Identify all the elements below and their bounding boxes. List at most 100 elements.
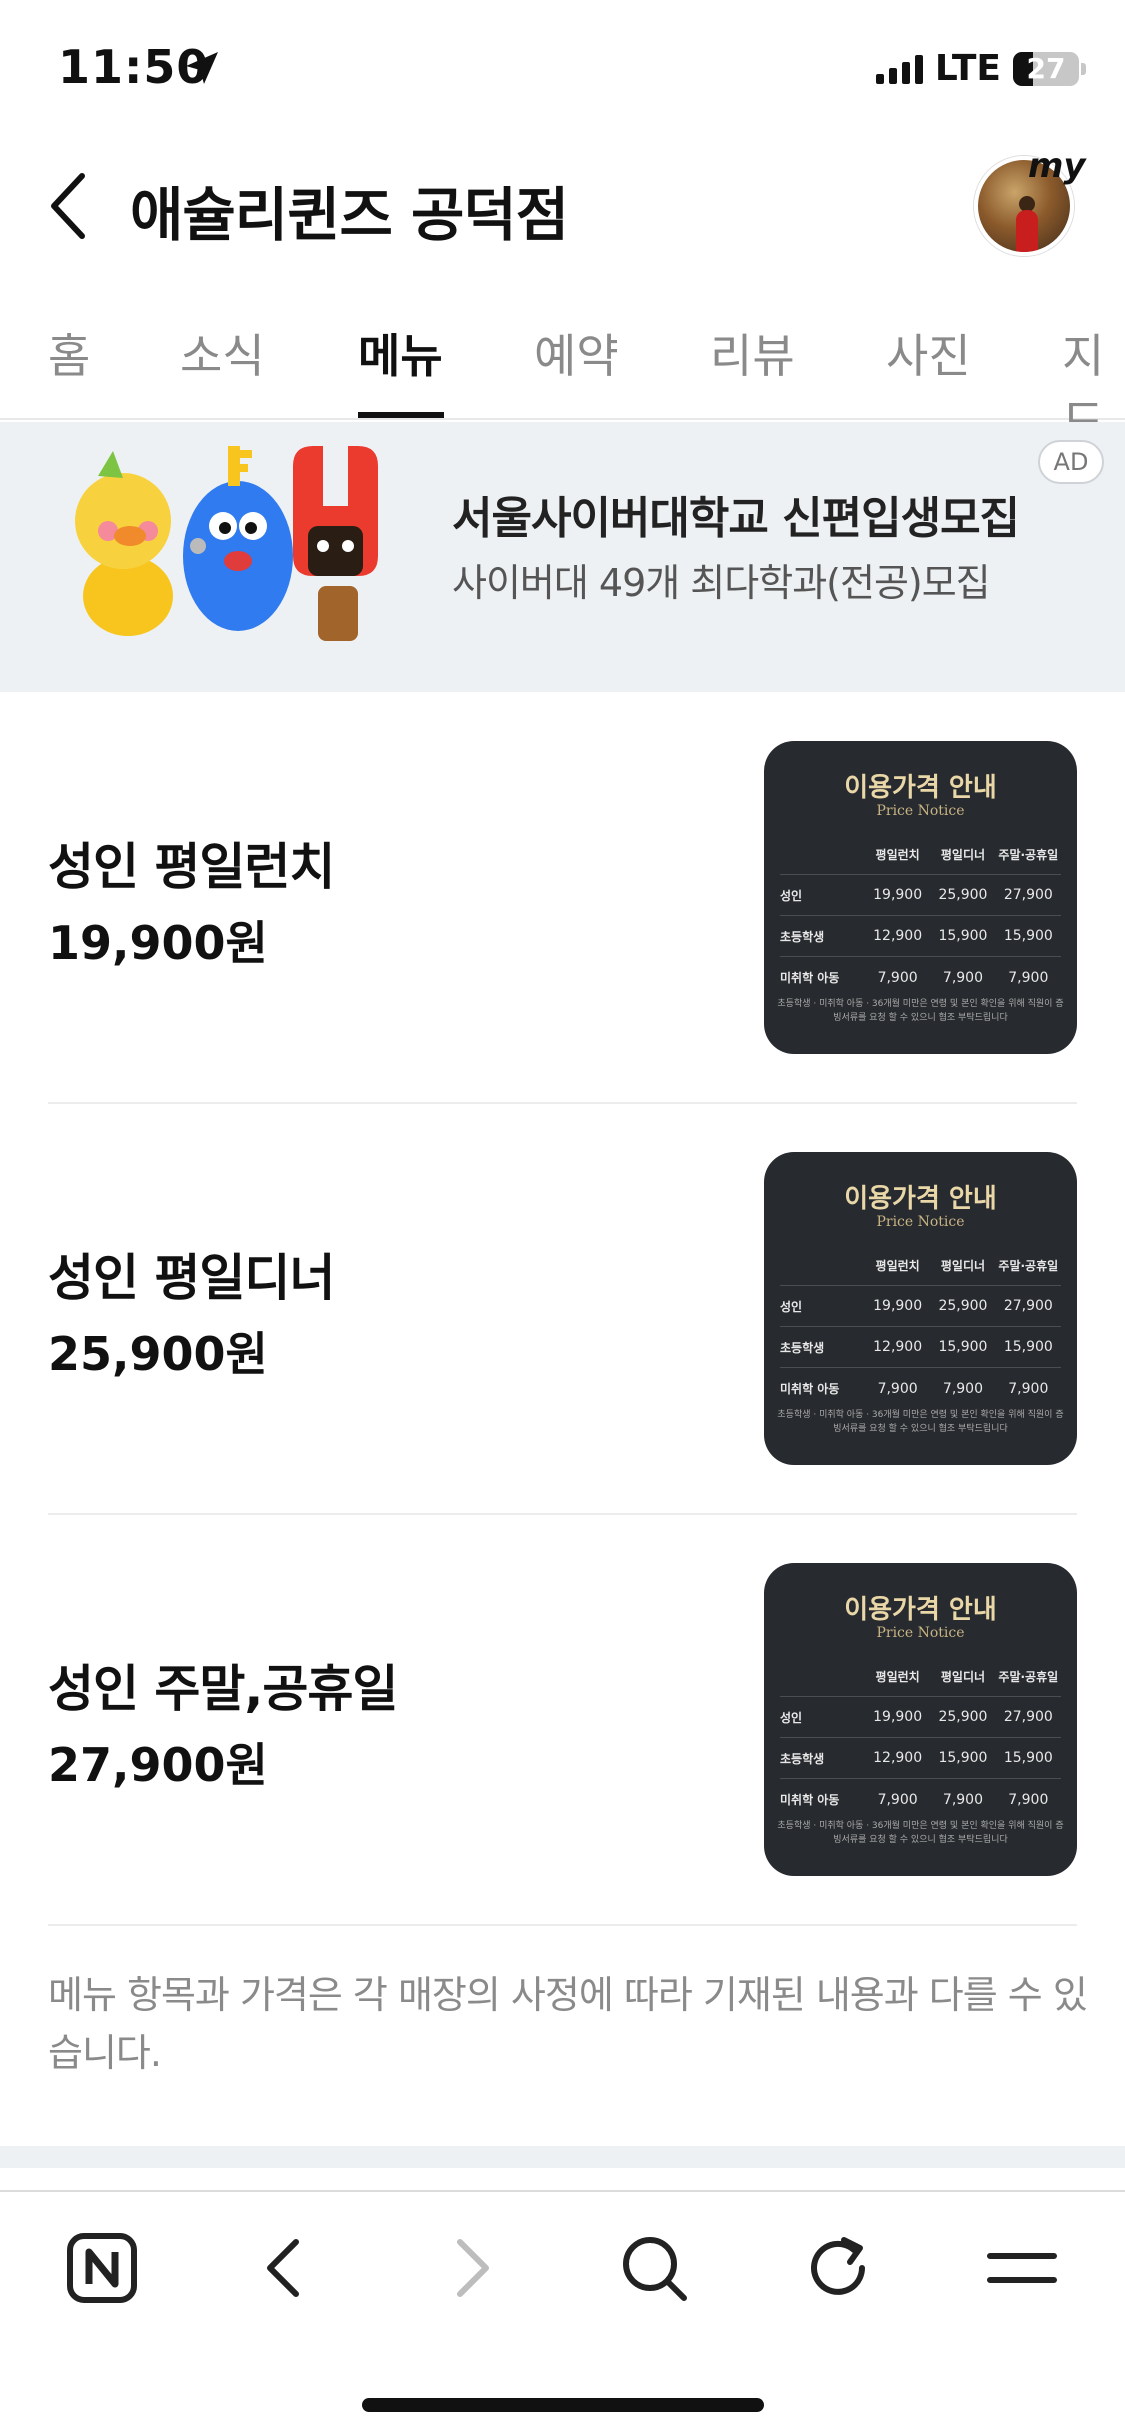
price-table-cell: 7,900 — [877, 969, 918, 986]
price-table-cell: 성인 — [780, 1710, 803, 1725]
price-table-cell: 25,900 — [938, 887, 988, 903]
tab-home[interactable]: 홈 — [48, 320, 90, 386]
price-table-cell: 미취학 아동 — [780, 1382, 840, 1396]
price-table-cell: 초등학생 — [780, 1340, 825, 1355]
menu-item[interactable]: 성인 주말,공휴일 27,900원 이용가격 안내 Price Notice 평일런치 평… — [48, 1514, 1077, 1924]
battery-level: 27 — [1026, 51, 1066, 85]
price-table-cell: 19,900 — [873, 1298, 923, 1314]
tab-photo[interactable]: 사진 — [886, 320, 971, 386]
price-table-row: 초등학생 12,900 15,900 15,900 — [780, 916, 1061, 957]
price-table-row: 성인 19,900 25,900 27,900 — [780, 875, 1061, 916]
price-table-header: 주말·공휴일 — [998, 1259, 1059, 1273]
price-table-row: 초등학생 12,900 15,900 15,900 — [780, 1327, 1061, 1368]
menu-item[interactable]: 성인 평일디너 25,900원 이용가격 안내 Price Notice 평일런치 평일디… — [48, 1103, 1077, 1513]
price-table-cell: 12,900 — [873, 928, 923, 944]
tab-bar: 홈 소식 메뉴 예약 리뷰 사진 지도 — [0, 300, 1125, 449]
tab-menu[interactable]: 메뉴 — [358, 320, 443, 386]
refresh-icon[interactable] — [798, 2228, 878, 2308]
price-table-row: 미취학 아동 7,900 7,900 7,900 — [780, 1779, 1061, 1820]
search-icon[interactable] — [614, 2228, 694, 2308]
price-table-header: 평일디너 — [940, 848, 986, 862]
price-table-cell: 7,900 — [942, 1380, 984, 1397]
tab-news[interactable]: 소식 — [180, 320, 265, 386]
price-table-cell: 7,900 — [1008, 1380, 1049, 1397]
price-table-header: 평일런치 — [875, 1670, 920, 1684]
menu-item-name: 성인 주말,공휴일 — [48, 1660, 398, 1718]
price-table-header: 평일디너 — [940, 1259, 986, 1273]
menu-divider — [48, 1924, 1077, 1926]
back-arrow-icon[interactable] — [246, 2228, 326, 2308]
ad-badge[interactable]: AD — [1038, 440, 1104, 484]
back-icon[interactable] — [42, 168, 98, 244]
price-table-cell: 15,900 — [938, 1750, 988, 1766]
section-gap — [0, 664, 1125, 692]
section-gap — [0, 2146, 1125, 2168]
battery-icon: 27 — [1013, 51, 1086, 86]
price-table-cell: 7,900 — [877, 1791, 918, 1808]
price-table-cell: 27,900 — [1003, 1709, 1053, 1725]
menu-icon[interactable] — [982, 2228, 1062, 2308]
price-table-cell: 미취학 아동 — [780, 971, 840, 985]
network-type: LTE — [934, 48, 1001, 89]
price-table-cell: 15,900 — [1003, 928, 1053, 944]
price-table-cell: 초등학생 — [780, 1751, 825, 1766]
menu-item-name: 성인 평일디너 — [48, 1249, 335, 1307]
thumbnail-footnote: 초등학생 · 미취학 아동 · 36개월 미만은 연령 및 본인 확인을 위해 … — [777, 999, 1064, 1023]
browser-toolbar — [0, 2192, 1125, 2342]
price-table-cell: 12,900 — [873, 1750, 923, 1766]
ad-banner[interactable]: 서울사이버대학교 신편입생모집 사이버대 49개 최다학과(전공)모집 — [0, 422, 1125, 664]
location-arrow-icon — [186, 52, 218, 84]
tab-review[interactable]: 리뷰 — [710, 320, 795, 386]
price-table-cell: 15,900 — [938, 928, 988, 944]
price-table-cell: 19,900 — [873, 1709, 923, 1725]
thumbnail-title: 이용가격 안내 — [844, 1184, 997, 1214]
tab-reservation[interactable]: 예약 — [534, 320, 619, 386]
price-table-cell: 성인 — [780, 888, 803, 903]
menu-item-thumbnail[interactable]: 이용가격 안내 Price Notice 평일런치 평일디너 주말·공휴일 성인 19,90… — [764, 1563, 1077, 1876]
price-table-cell: 미취학 아동 — [780, 1793, 840, 1807]
price-table-cell: 12,900 — [873, 1339, 923, 1355]
price-table-row: 미취학 아동 7,900 7,900 7,900 — [780, 957, 1061, 998]
menu-item[interactable]: 성인 평일런치 19,900원 이용가격 안내 Price Notice 평일런치 평일디… — [48, 692, 1077, 1102]
status-bar: 11:50 LTE 27 — [0, 0, 1125, 140]
price-table-header: 평일런치 — [875, 848, 920, 862]
price-table-row: 미취학 아동 7,900 7,900 7,900 — [780, 1368, 1061, 1409]
price-table-header: 평일런치 — [875, 1259, 920, 1273]
price-table-cell: 25,900 — [938, 1709, 988, 1725]
price-table-row: 성인 19,900 25,900 27,900 — [780, 1697, 1061, 1738]
price-table-cell: 성인 — [780, 1299, 803, 1314]
active-tab-indicator — [358, 412, 444, 418]
ad-title: 서울사이버대학교 신편입생모집 — [452, 493, 1020, 544]
price-table-row: 초등학생 12,900 15,900 15,900 — [780, 1738, 1061, 1779]
price-table-cell: 27,900 — [1003, 887, 1053, 903]
naver-n-icon[interactable] — [62, 2228, 142, 2308]
thumbnail-title: 이용가격 안내 — [844, 773, 997, 803]
thumbnail-subtitle: Price Notice — [876, 1625, 965, 1641]
menu-item-thumbnail[interactable]: 이용가격 안내 Price Notice 평일런치 평일디너 주말·공휴일 성인 19,90… — [764, 741, 1077, 1054]
ad-subtitle: 사이버대 49개 최다학과(전공)모집 — [452, 561, 991, 605]
thumbnail-footnote: 초등학생 · 미취학 아동 · 36개월 미만은 연령 및 본인 확인을 위해 … — [777, 1410, 1064, 1434]
price-table-cell: 7,900 — [1008, 1791, 1049, 1808]
menu-item-price: 25,900원 — [48, 1327, 268, 1381]
price-table: 평일런치 평일디너 주말·공휴일 성인 19,900 25,900 27,900 초등학생 12… — [780, 835, 1061, 998]
price-table-header: 평일디너 — [940, 1670, 986, 1684]
price-table: 평일런치 평일디너 주말·공휴일성인 19,900 25,900 27,900 초등학생 12… — [780, 1246, 1061, 1409]
price-table-cell: 27,900 — [1003, 1298, 1053, 1314]
header: 애슐리퀸즈 공덕점 — [0, 150, 1125, 260]
mascot-characters-image — [75, 446, 378, 641]
home-indicator[interactable] — [362, 2398, 764, 2412]
menu-item-thumbnail[interactable]: 이용가격 안내 Price Notice 평일런치 평일디너 주말·공휴일성인 19,90… — [764, 1152, 1077, 1465]
thumbnail-subtitle: Price Notice — [876, 1214, 965, 1230]
price-table-cell: 7,900 — [877, 1380, 918, 1397]
forward-arrow-icon[interactable] — [430, 2228, 510, 2308]
my-badge[interactable]: my — [1028, 146, 1086, 186]
menu-item-name: 성인 평일런치 — [48, 838, 335, 896]
price-table-cell: 7,900 — [942, 1791, 984, 1808]
menu-notice: 메뉴 항목과 가격은 각 매장의 사정에 따라 기재된 내용과 다를 수 있습니… — [48, 1973, 1088, 2075]
menu-item-price: 19,900원 — [48, 916, 268, 970]
menu-item-price: 27,900원 — [48, 1738, 268, 1792]
thumbnail-subtitle: Price Notice — [876, 803, 965, 819]
price-table-cell: 25,900 — [938, 1298, 988, 1314]
price-table-cell: 7,900 — [1008, 969, 1049, 986]
price-table-header: 주말·공휴일 — [998, 1670, 1059, 1684]
